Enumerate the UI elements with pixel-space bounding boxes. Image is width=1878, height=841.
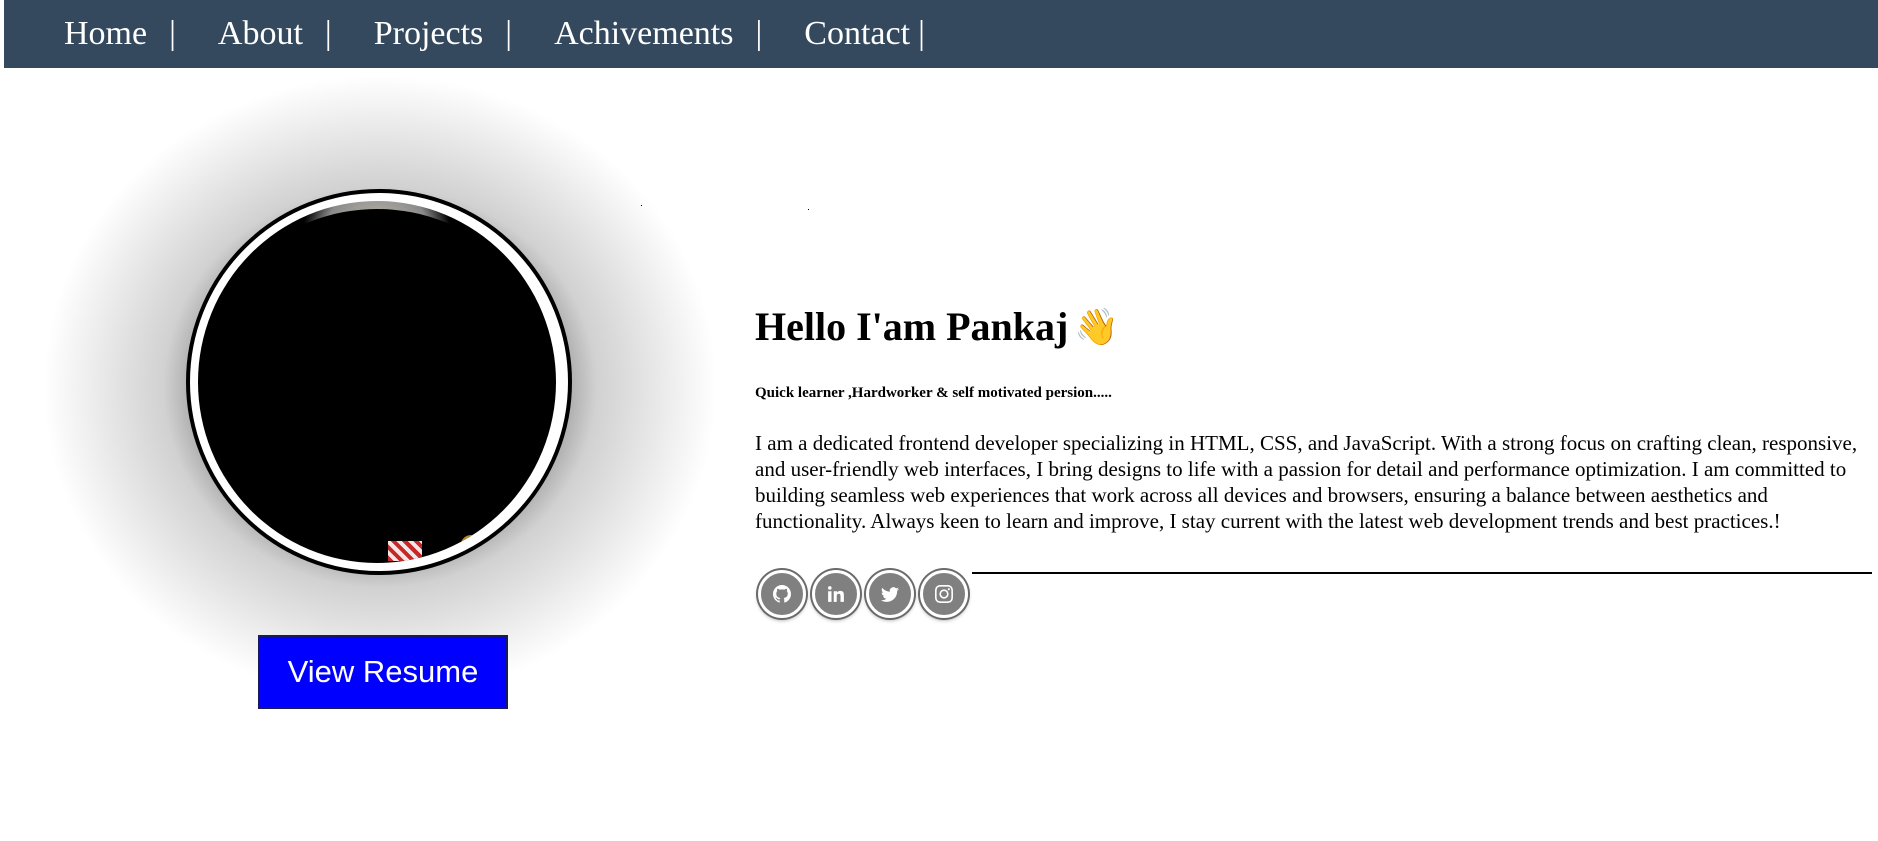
divider-line bbox=[972, 572, 1872, 574]
hero-bio: I am a dedicated frontend developer spec… bbox=[755, 431, 1858, 533]
profile-avatar bbox=[186, 189, 572, 575]
twitter-icon bbox=[881, 587, 899, 602]
photo-detail-badge bbox=[460, 535, 482, 559]
nav-link-contact-label: Contact bbox=[804, 15, 911, 52]
linkedin-icon bbox=[828, 586, 844, 602]
stray-dot bbox=[808, 209, 809, 210]
nav-link-home[interactable]: Home | bbox=[64, 15, 218, 53]
stray-dot bbox=[641, 205, 642, 206]
nav-separator: | bbox=[918, 15, 925, 52]
nav-link-achivements[interactable]: Achivements | bbox=[554, 15, 804, 53]
nav-link-home-label: Home bbox=[64, 15, 148, 52]
page: Home | About | Projects | Achivements | … bbox=[0, 0, 1878, 841]
nav-separator: | bbox=[324, 15, 332, 52]
instagram-icon bbox=[935, 585, 953, 603]
nav-link-projects[interactable]: Projects | bbox=[374, 15, 554, 53]
waving-hand-icon: 👋 bbox=[1074, 306, 1120, 348]
instagram-button[interactable] bbox=[920, 570, 968, 618]
photo-detail-stripe bbox=[388, 541, 422, 561]
nav-separator: | bbox=[755, 15, 763, 52]
github-icon bbox=[773, 585, 791, 603]
linkedin-button[interactable] bbox=[812, 570, 860, 618]
profile-photo-dark-area bbox=[200, 209, 554, 549]
top-navbar: Home | About | Projects | Achivements | … bbox=[4, 0, 1878, 68]
nav-separator: | bbox=[169, 15, 176, 52]
profile-photo bbox=[198, 201, 556, 563]
nav-link-about[interactable]: About | bbox=[218, 15, 374, 53]
view-resume-button[interactable]: View Resume bbox=[258, 635, 508, 709]
github-button[interactable] bbox=[758, 570, 806, 618]
social-links bbox=[758, 570, 968, 618]
twitter-button[interactable] bbox=[866, 570, 914, 618]
nav-link-achivements-label: Achivements bbox=[554, 15, 734, 52]
hero-tagline: Quick learner ,Hardworker & self motivat… bbox=[755, 385, 1112, 401]
hero-title: Hello I'am Pankaj 👋 bbox=[755, 303, 1119, 350]
nav-link-projects-label: Projects bbox=[373, 15, 484, 52]
hero-title-text: Hello I'am Pankaj bbox=[755, 304, 1069, 349]
nav-separator: | bbox=[505, 15, 513, 52]
nav-link-about-label: About bbox=[217, 15, 303, 52]
nav-link-contact[interactable]: Contact | bbox=[804, 15, 925, 53]
